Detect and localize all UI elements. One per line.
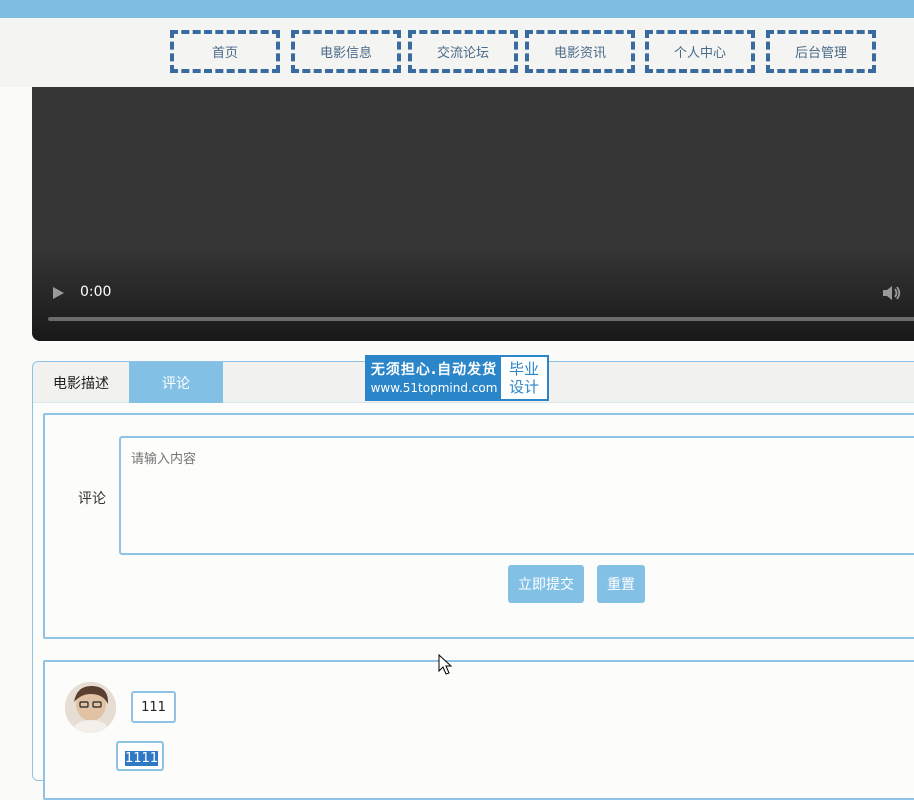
video-controls-shade bbox=[32, 246, 914, 341]
top-accent-bar bbox=[0, 0, 914, 18]
video-time: 0:00 bbox=[80, 284, 112, 300]
comment-text: 1111 bbox=[116, 741, 164, 771]
submit-button[interactable]: 立即提交 bbox=[508, 565, 584, 603]
nav-item-movie-info[interactable]: 电影信息 bbox=[291, 30, 401, 73]
nav-item-forum[interactable]: 交流论坛 bbox=[408, 30, 518, 73]
tab-comment[interactable]: 评论 bbox=[129, 362, 223, 403]
ad-badge-line2: 设计 bbox=[508, 378, 539, 396]
nav-item-user-center[interactable]: 个人中心 bbox=[645, 30, 755, 73]
ad-url: www.51topmind.com bbox=[370, 380, 498, 395]
comment-list-item: 111 1111 bbox=[43, 660, 914, 800]
nav-bar: 首页 电影信息 交流论坛 电影资讯 个人中心 后台管理 bbox=[0, 18, 914, 87]
mouse-cursor-icon bbox=[438, 654, 453, 675]
video-player[interactable]: 0:00 bbox=[32, 87, 914, 341]
nav-item-movie-news[interactable]: 电影资讯 bbox=[525, 30, 635, 73]
video-progress-bar[interactable] bbox=[48, 317, 914, 321]
tab-description[interactable]: 电影描述 bbox=[33, 362, 129, 403]
watermark-ad-banner: 无须担心.自动发货 www.51topmind.com 毕业 设计 bbox=[365, 355, 549, 401]
comment-field-label: 评论 bbox=[78, 491, 106, 507]
nav-item-admin[interactable]: 后台管理 bbox=[766, 30, 876, 73]
ad-badge-line1: 毕业 bbox=[508, 360, 539, 378]
play-icon[interactable] bbox=[52, 286, 65, 300]
comment-username: 111 bbox=[131, 691, 176, 723]
reset-button[interactable]: 重置 bbox=[597, 565, 645, 603]
comment-textarea[interactable] bbox=[119, 436, 914, 555]
comment-form: 评论 立即提交 重置 bbox=[43, 413, 914, 639]
ad-title: 无须担心.自动发货 bbox=[370, 361, 498, 378]
nav-item-home[interactable]: 首页 bbox=[170, 30, 280, 73]
volume-icon[interactable] bbox=[882, 285, 901, 301]
avatar bbox=[65, 682, 116, 733]
